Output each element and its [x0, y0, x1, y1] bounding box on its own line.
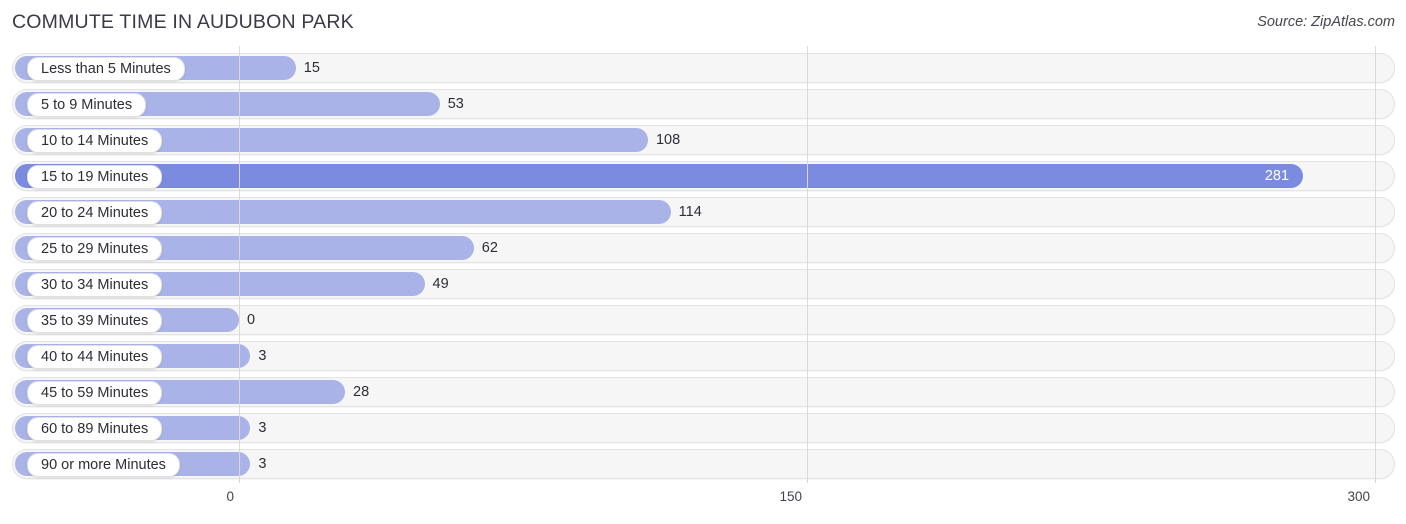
bar-value-label: 3: [258, 456, 267, 472]
bar-value-label: 53: [447, 96, 464, 112]
chart-row[interactable]: 60 to 89 Minutes 3: [12, 413, 1395, 443]
category-label: 20 to 24 Minutes: [27, 201, 163, 225]
x-tick-label: 0: [226, 489, 234, 504]
x-tick-label: 150: [779, 489, 802, 504]
category-label: 45 to 59 Minutes: [27, 381, 163, 405]
category-label: 30 to 34 Minutes: [27, 273, 163, 297]
bar-highlight[interactable]: [15, 164, 1304, 188]
chart-row[interactable]: 10 to 14 Minutes 108: [12, 125, 1395, 155]
chart-row[interactable]: 35 to 39 Minutes 0: [12, 305, 1395, 335]
category-label: 90 or more Minutes: [27, 453, 180, 477]
bar-value-label: 28: [353, 384, 370, 400]
category-label: 10 to 14 Minutes: [27, 129, 163, 153]
category-label: 5 to 9 Minutes: [27, 93, 147, 117]
category-label: 35 to 39 Minutes: [27, 309, 163, 333]
chart-row[interactable]: 20 to 24 Minutes 114: [12, 197, 1395, 227]
source-attribution: Source: ZipAtlas.com: [1257, 14, 1395, 30]
bar-value-label: 62: [481, 240, 498, 256]
chart-header: COMMUTE TIME IN AUDUBON PARK Source: Zip…: [0, 0, 1406, 46]
category-label: 15 to 19 Minutes: [27, 165, 163, 189]
bar-value-label: 3: [258, 348, 267, 364]
bar-value-label: 15: [303, 60, 320, 76]
category-label: 25 to 29 Minutes: [27, 237, 163, 261]
page-title: COMMUTE TIME IN AUDUBON PARK: [12, 11, 354, 33]
category-label: 40 to 44 Minutes: [27, 345, 163, 369]
chart-row[interactable]: 30 to 34 Minutes 49: [12, 269, 1395, 299]
chart-row[interactable]: 40 to 44 Minutes 3: [12, 341, 1395, 371]
chart-row[interactable]: Less than 5 Minutes 15: [12, 53, 1395, 83]
bar-value-label: 0: [247, 312, 256, 328]
category-label: Less than 5 Minutes: [27, 57, 185, 81]
x-tick-label: 300: [1347, 489, 1370, 504]
chart-row[interactable]: 45 to 59 Minutes 28: [12, 377, 1395, 407]
chart-row[interactable]: 90 or more Minutes 3: [12, 449, 1395, 479]
bar-value-label: 49: [432, 276, 449, 292]
chart-row[interactable]: 15 to 19 Minutes 281: [12, 161, 1395, 191]
chart-row[interactable]: 5 to 9 Minutes 53: [12, 89, 1395, 119]
bar-value-label: 3: [258, 420, 267, 436]
chart-row[interactable]: 25 to 29 Minutes 62: [12, 233, 1395, 263]
category-label: 60 to 89 Minutes: [27, 417, 163, 441]
x-axis: 0 150 300: [0, 483, 1406, 524]
chart-plot-area: Less than 5 Minutes 15 5 to 9 Minutes 53 10 …: [0, 46, 1406, 483]
bar-value-label: 281: [1264, 168, 1290, 184]
bar-value-label: 114: [678, 204, 702, 220]
bar-value-label: 108: [655, 132, 681, 148]
